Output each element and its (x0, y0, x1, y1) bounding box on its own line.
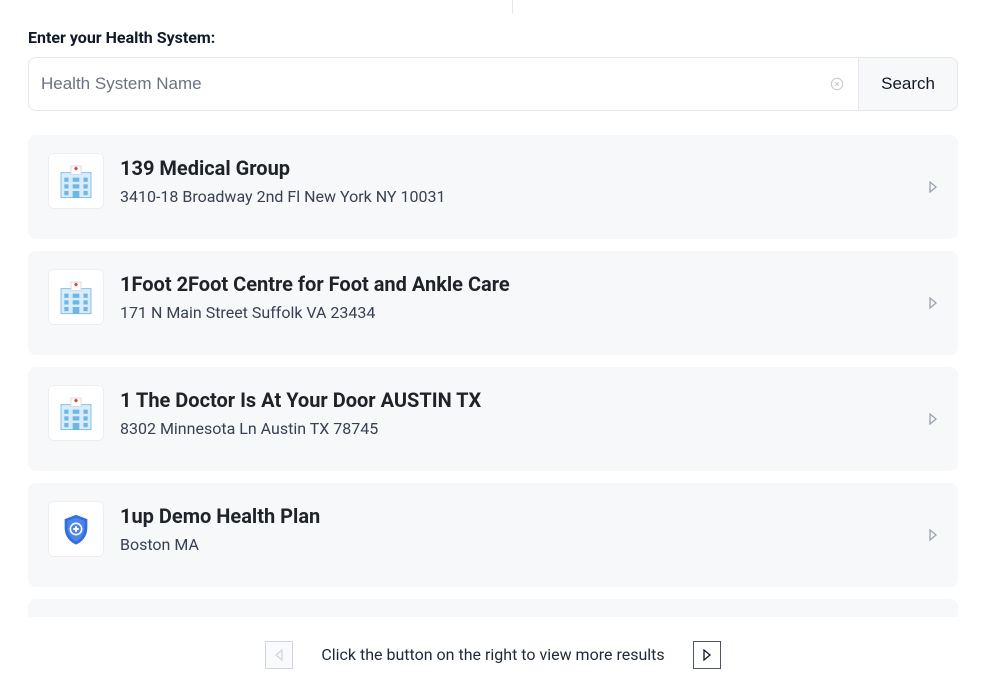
results-list: 139 Medical Group 3410-18 Broadway 2nd F… (28, 135, 958, 639)
chevron-right-icon (928, 181, 938, 193)
top-divider (512, 0, 513, 14)
hospital-icon (48, 153, 104, 209)
hospital-icon (48, 269, 104, 325)
result-title: 139 Medical Group (120, 155, 938, 181)
main-container: Enter your Health System: Search (0, 0, 986, 639)
next-page-button[interactable] (693, 641, 721, 669)
result-item[interactable]: 139 Medical Group 3410-18 Broadway 2nd F… (28, 135, 958, 239)
result-title: 1up Demo Health Plan (120, 503, 938, 529)
result-item[interactable]: 1up Demo Health Plan Boston MA (28, 483, 958, 587)
result-body: 139 Medical Group 3410-18 Broadway 2nd F… (120, 153, 938, 206)
search-bar: Search (28, 57, 958, 111)
result-item[interactable]: 1Foot 2Foot Centre for Foot and Ankle Ca… (28, 251, 958, 355)
chevron-right-icon (928, 529, 938, 541)
search-input[interactable] (41, 74, 828, 94)
pagination-text: Click the button on the right to view mo… (321, 645, 664, 664)
shield-icon (48, 501, 104, 557)
result-body: 1 The Doctor Is At Your Door AUSTIN TX 8… (120, 385, 938, 438)
prev-page-button[interactable] (265, 641, 293, 669)
result-item[interactable]: 1 The Doctor Is At Your Door AUSTIN TX 8… (28, 367, 958, 471)
result-title: 1 The Doctor Is At Your Door AUSTIN TX (120, 387, 938, 413)
result-title: 1Foot 2Foot Centre for Foot and Ankle Ca… (120, 271, 938, 297)
result-address: Boston MA (120, 535, 938, 554)
search-button[interactable]: Search (858, 58, 957, 110)
result-address: 8302 Minnesota Ln Austin TX 78745 (120, 419, 938, 438)
hospital-icon (48, 385, 104, 441)
result-body: 1up Demo Health Plan Boston MA (120, 501, 938, 554)
chevron-right-icon (928, 413, 938, 425)
pagination-bar: Click the button on the right to view mo… (0, 617, 986, 691)
chevron-right-icon (928, 297, 938, 309)
result-address: 171 N Main Street Suffolk VA 23434 (120, 303, 938, 322)
search-label: Enter your Health System: (28, 28, 958, 47)
result-body: 1Foot 2Foot Centre for Foot and Ankle Ca… (120, 269, 938, 322)
clear-icon[interactable] (828, 75, 846, 93)
result-address: 3410-18 Broadway 2nd Fl New York NY 1003… (120, 187, 938, 206)
search-input-wrap (29, 58, 858, 110)
